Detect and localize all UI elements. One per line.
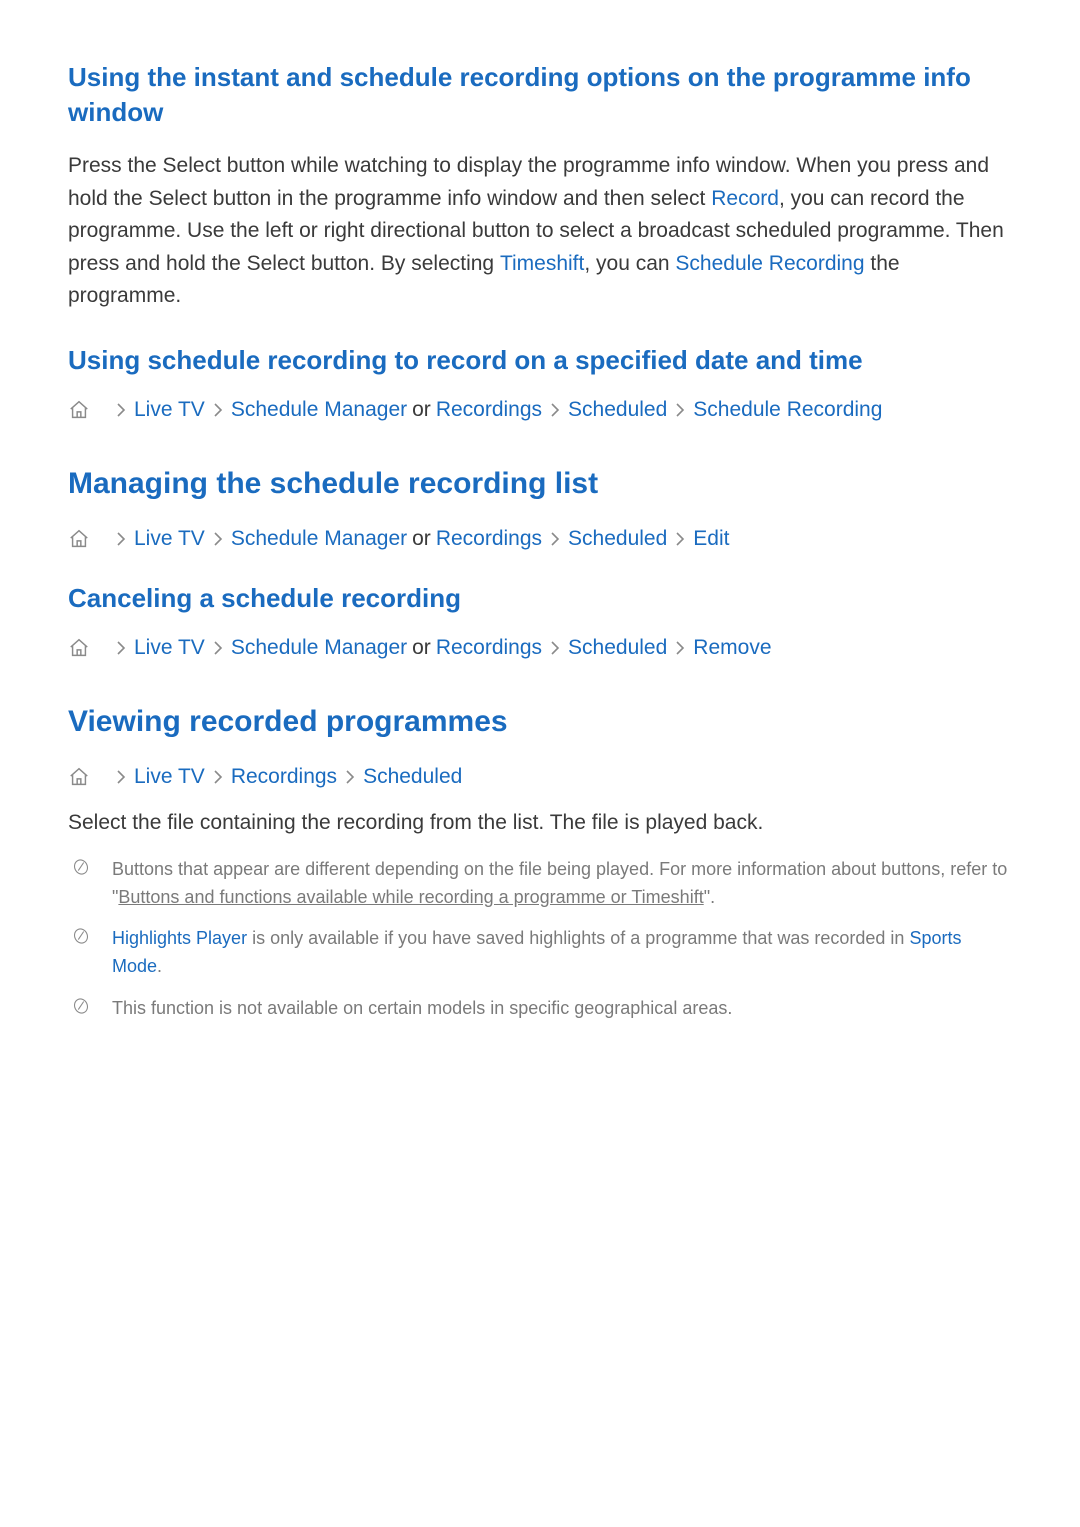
crumb-action[interactable]: Schedule Recording xyxy=(693,398,882,422)
crumb-schedule-manager[interactable]: Schedule Manager xyxy=(231,398,407,422)
nav-path-remove: Live TV Schedule Manager or Recordings S… xyxy=(68,636,1012,660)
text: . xyxy=(157,956,162,976)
link-buttons-functions[interactable]: Buttons and functions available while re… xyxy=(118,887,703,907)
or-text: or xyxy=(407,636,436,660)
crumb-scheduled[interactable]: Scheduled xyxy=(568,527,667,551)
section-title-viewing: Viewing recorded programmes xyxy=(68,702,1012,741)
text: This function is not available on certai… xyxy=(112,998,732,1018)
chevron-right-icon xyxy=(670,532,690,546)
text: is only available if you have saved high… xyxy=(247,928,909,948)
chevron-right-icon xyxy=(111,641,131,655)
chevron-right-icon xyxy=(545,403,565,417)
home-icon xyxy=(68,528,90,550)
chevron-right-icon xyxy=(208,403,228,417)
text: ". xyxy=(704,887,715,907)
crumb-schedule-manager[interactable]: Schedule Manager xyxy=(231,527,407,551)
nav-path-schedule-recording: Live TV Schedule Manager or Recordings S… xyxy=(68,398,1012,422)
chevron-right-icon xyxy=(208,532,228,546)
chevron-right-icon xyxy=(208,641,228,655)
link-highlights-player[interactable]: Highlights Player xyxy=(112,928,247,948)
link-record[interactable]: Record xyxy=(711,187,779,210)
notes-list: Buttons that appear are different depend… xyxy=(68,856,1012,1023)
chevron-right-icon xyxy=(545,532,565,546)
link-schedule-recording[interactable]: Schedule Recording xyxy=(675,252,864,275)
section-title-managing: Managing the schedule recording list xyxy=(68,464,1012,503)
note-icon xyxy=(72,927,90,945)
chevron-right-icon xyxy=(670,403,690,417)
crumb-action[interactable]: Remove xyxy=(693,636,771,660)
section-title-instant-schedule: Using the instant and schedule recording… xyxy=(68,60,1012,130)
chevron-right-icon xyxy=(340,770,360,784)
section5-body: Select the file containing the recording… xyxy=(68,807,1012,840)
document-page: Using the instant and schedule recording… xyxy=(0,0,1080,1527)
crumb-scheduled[interactable]: Scheduled xyxy=(363,765,462,789)
chevron-right-icon xyxy=(111,403,131,417)
chevron-right-icon xyxy=(208,770,228,784)
crumb-recordings[interactable]: Recordings xyxy=(436,398,542,422)
crumb-live-tv[interactable]: Live TV xyxy=(134,765,205,789)
note-icon xyxy=(72,858,90,876)
or-text: or xyxy=(407,527,436,551)
crumb-recordings[interactable]: Recordings xyxy=(436,527,542,551)
section-title-canceling: Canceling a schedule recording xyxy=(68,581,1012,616)
crumb-schedule-manager[interactable]: Schedule Manager xyxy=(231,636,407,660)
note-icon xyxy=(72,997,90,1015)
home-icon xyxy=(68,766,90,788)
nav-path-edit: Live TV Schedule Manager or Recordings S… xyxy=(68,527,1012,551)
crumb-live-tv[interactable]: Live TV xyxy=(134,636,205,660)
crumb-live-tv[interactable]: Live TV xyxy=(134,398,205,422)
crumb-action[interactable]: Edit xyxy=(693,527,729,551)
section-title-using-schedule: Using schedule recording to record on a … xyxy=(68,343,1012,378)
chevron-right-icon xyxy=(670,641,690,655)
note-item: Buttons that appear are different depend… xyxy=(68,856,1012,912)
chevron-right-icon xyxy=(111,532,131,546)
text: , you can xyxy=(584,252,675,275)
crumb-recordings[interactable]: Recordings xyxy=(436,636,542,660)
or-text: or xyxy=(407,398,436,422)
chevron-right-icon xyxy=(545,641,565,655)
note-item: This function is not available on certai… xyxy=(68,995,1012,1023)
nav-path-viewing: Live TV Recordings Scheduled xyxy=(68,765,1012,789)
chevron-right-icon xyxy=(111,770,131,784)
crumb-live-tv[interactable]: Live TV xyxy=(134,527,205,551)
link-timeshift[interactable]: Timeshift xyxy=(500,252,584,275)
section1-body: Press the Select button while watching t… xyxy=(68,150,1012,313)
home-icon xyxy=(68,399,90,421)
crumb-scheduled[interactable]: Scheduled xyxy=(568,636,667,660)
home-icon xyxy=(68,637,90,659)
crumb-scheduled[interactable]: Scheduled xyxy=(568,398,667,422)
note-item: Highlights Player is only available if y… xyxy=(68,925,1012,981)
crumb-recordings[interactable]: Recordings xyxy=(231,765,337,789)
